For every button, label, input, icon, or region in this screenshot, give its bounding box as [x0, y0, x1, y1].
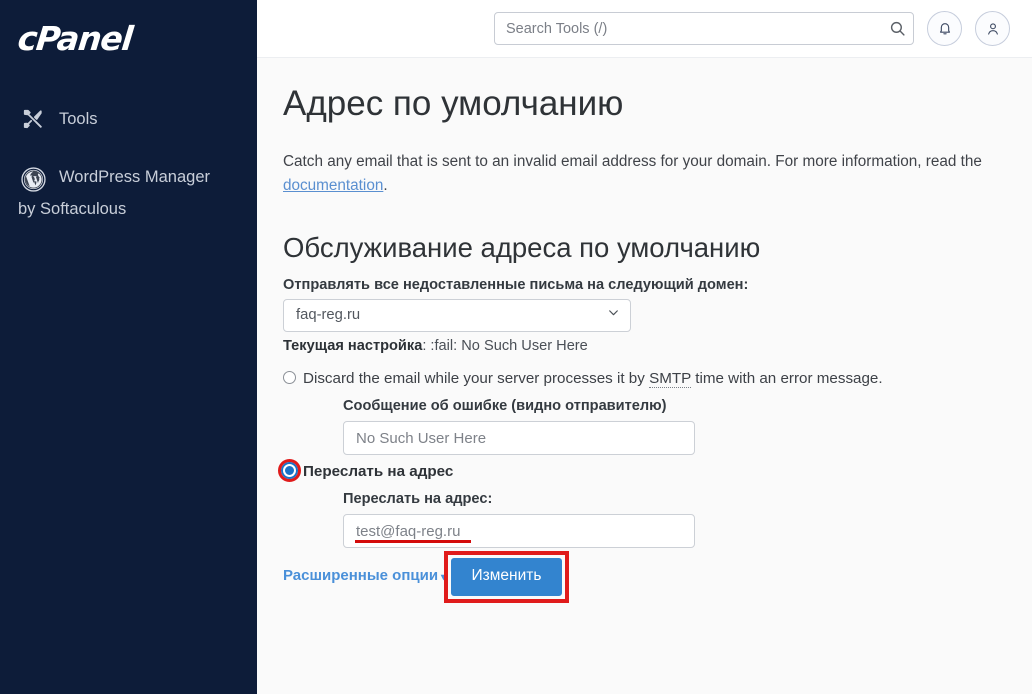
domain-field-label: Отправлять все недоставленные письма на … — [283, 276, 749, 293]
forward-address-block: Переслать на адрес: — [283, 491, 996, 549]
current-setting-label: Текущая настройка — [283, 337, 423, 354]
domain-select[interactable]: faq-reg.ru — [283, 298, 631, 332]
forward-address-label: Переслать на адрес: — [343, 491, 493, 508]
sidebar-item-wordpress-manager-label: WordPress Manager — [59, 168, 211, 186]
sidebar: cPanel Tools WordPress Manager by Softac… — [0, 0, 257, 694]
forward-radio-label: Переслать на адрес — [303, 463, 454, 481]
page-title: Адрес по умолчанию — [283, 84, 624, 123]
bell-icon[interactable] — [927, 11, 962, 46]
advanced-options-link[interactable]: Расширенные опции ▾ — [283, 567, 446, 584]
main-area: Адрес по умолчанию Catch any email that … — [257, 0, 1032, 694]
sidebar-item-tools[interactable]: Tools — [0, 99, 257, 139]
discard-radio-row[interactable]: Discard the email while your server proc… — [283, 368, 996, 389]
tools-icon — [20, 106, 46, 132]
domain-select-container: faq-reg.ru — [283, 298, 631, 332]
forward-radio-button[interactable] — [283, 464, 296, 478]
app-root: cPanel Tools WordPress Manager by Softac… — [0, 0, 1032, 694]
intro-text-after: . — [383, 176, 388, 194]
submit-container: Изменить — [443, 551, 570, 603]
advanced-options-label: Расширенные опции — [283, 567, 439, 585]
error-message-label: Сообщение об ошибке (видно отправителю) — [343, 398, 667, 415]
cpanel-logo: cPanel — [15, 19, 134, 58]
search-input[interactable] — [494, 12, 914, 45]
discard-label-part1: Discard the email while your server proc… — [303, 369, 650, 387]
brand[interactable]: cPanel — [0, 0, 257, 76]
sidebar-item-tools-label: Tools — [59, 109, 98, 128]
page-description: Catch any email that is sent to an inval… — [283, 150, 996, 197]
user-icon[interactable] — [975, 11, 1010, 46]
sidebar-item-wordpress-manager[interactable]: WordPress Manager — [0, 159, 257, 199]
caret-down-icon: ▾ — [441, 572, 447, 584]
sidebar-item-wordpress-manager-sublabel: by Softaculous — [18, 200, 127, 218]
section-title: Обслуживание адреса по умолчанию — [283, 231, 761, 263]
content-area: Адрес по умолчанию Catch any email that … — [257, 58, 1032, 694]
smtp-abbr: SMTP — [649, 369, 691, 388]
topbar — [257, 0, 1032, 58]
current-setting: Текущая настройка: :fail: No Such User H… — [283, 338, 996, 354]
wordpress-icon — [20, 166, 46, 192]
error-message-input-container — [343, 421, 695, 456]
documentation-link[interactable]: documentation — [283, 177, 383, 194]
search-icon[interactable] — [888, 20, 906, 38]
intro-text-before: Catch any email that is sent to an inval… — [283, 153, 982, 171]
forward-address-input-container — [343, 514, 695, 549]
current-setting-value: : :fail: No Such User Here — [422, 337, 588, 354]
discard-label-part2: time with an error message. — [691, 369, 883, 387]
forward-address-input[interactable] — [343, 514, 695, 549]
search-container — [494, 12, 914, 45]
submit-button[interactable]: Изменить — [450, 558, 563, 596]
discard-radio-label: Discard the email while your server proc… — [303, 368, 883, 389]
forward-radio-row[interactable]: Переслать на адрес — [278, 459, 996, 483]
error-message-input[interactable] — [343, 421, 695, 456]
discard-radio-button[interactable] — [283, 370, 296, 384]
error-message-block: Сообщение об ошибке (видно отправителю) — [283, 398, 996, 456]
